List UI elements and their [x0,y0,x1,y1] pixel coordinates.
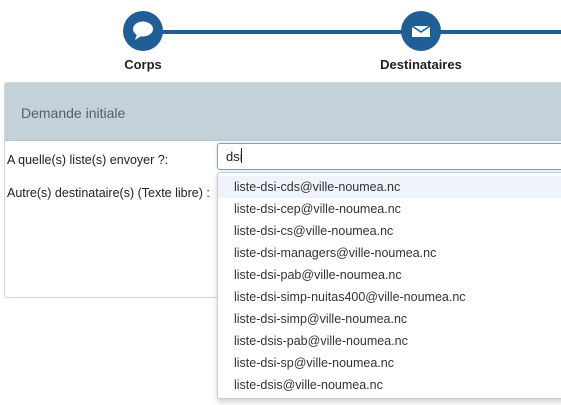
autocomplete-option[interactable]: liste-dsi-cds@ville-noumea.nc [218,176,561,198]
step-corps-button[interactable] [123,11,163,51]
speech-bubble-icon [131,20,155,42]
other-recipients-label: Autre(s) destinataire(s) (Texte libre) : [7,186,210,200]
autocomplete-option[interactable]: liste-dsis-pab@ville-noumea.nc [218,330,561,352]
autocomplete-option[interactable]: liste-dsi-sp@ville-noumea.nc [218,352,561,374]
stepper-connector [440,30,561,34]
panel-title: Demande initiale [21,105,126,121]
autocomplete-option[interactable]: liste-dsis@ville-noumea.nc [218,374,561,396]
autocomplete-dropdown: liste-dsi-cds@ville-noumea.nc liste-dsi-… [217,172,561,399]
panel-header: Demande initiale [5,83,561,141]
lists-field-label: A quelle(s) liste(s) envoyer ?: [7,153,169,167]
autocomplete-option[interactable]: liste-dsi-simp@ville-noumea.nc [218,308,561,330]
envelope-icon [411,23,431,39]
stepper-connector [160,30,402,34]
autocomplete-option[interactable]: liste-dsi-cep@ville-noumea.nc [218,198,561,220]
autocomplete-option[interactable]: liste-dsi-managers@ville-noumea.nc [218,242,561,264]
autocomplete-option[interactable]: liste-dsi-simp-nuitas400@ville-noumea.nc [218,286,561,308]
step-destinataires-button[interactable] [401,11,441,51]
step-corps-label: Corps [124,57,162,72]
autocomplete-option[interactable]: liste-dsi-cs@ville-noumea.nc [218,220,561,242]
lists-search-input[interactable] [217,143,561,170]
autocomplete-option[interactable]: liste-dsi-pab@ville-noumea.nc [218,264,561,286]
step-destinataires-label: Destinataires [380,57,462,72]
text-caret [241,148,242,163]
